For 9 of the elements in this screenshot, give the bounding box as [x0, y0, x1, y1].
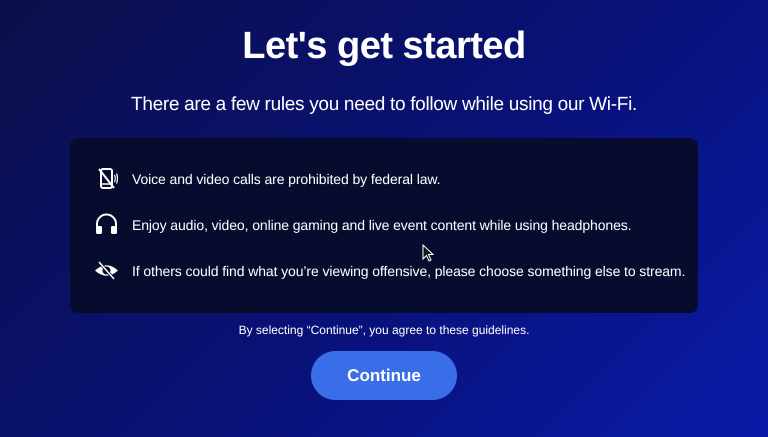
rule-text: Enjoy audio, video, online gaming and live event content while using headphones.: [132, 216, 632, 232]
headphones-icon: [94, 212, 119, 237]
rule-text: If others could find what you’re viewing offensive, please choose something else to stream.: [132, 262, 686, 278]
subtitle: There are a few rules you need to follow while using our Wi-Fi.: [131, 94, 637, 116]
continue-button[interactable]: Continue: [311, 351, 457, 400]
rule-text: Voice and video calls are prohibited by federal law.: [132, 170, 440, 186]
agreement-text: By selecting “Continue”, you agree to these guidelines.: [238, 323, 530, 337]
cursor-icon: [422, 244, 434, 262]
page-title: Let's get started: [242, 24, 526, 68]
